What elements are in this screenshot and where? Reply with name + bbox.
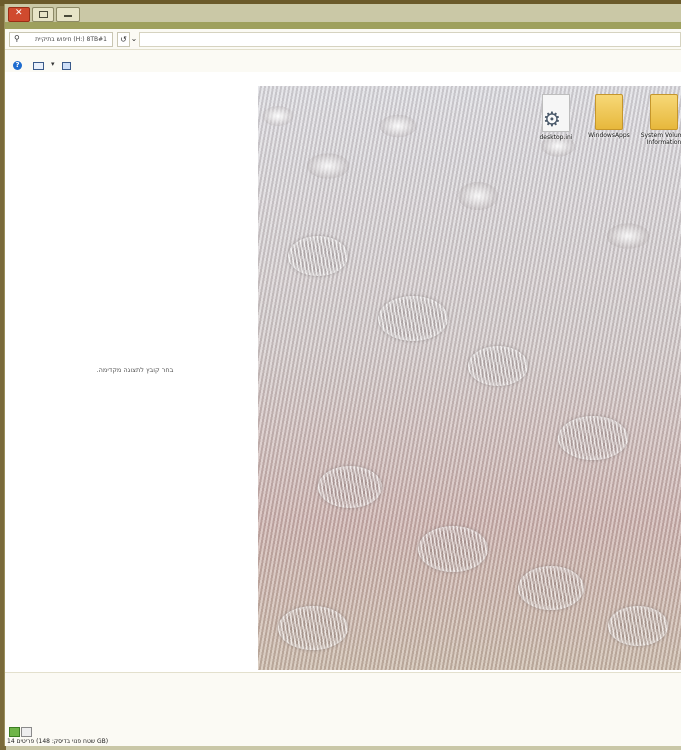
desktop-item-label: WindowsApps [588,132,630,139]
preview-message: בחר קובץ לתצוגה מקדימה. [96,366,174,374]
large-icons-view-icon[interactable] [21,727,32,737]
glass-texture [518,566,584,610]
search-icon: ⚲ [14,34,20,43]
desktop-folder-system-volume[interactable]: System Volume Information [636,94,681,146]
maximize-button[interactable] [32,7,54,22]
desktop-file-desktop-ini[interactable]: desktop.ini [528,94,584,141]
glass-texture [558,416,628,460]
settings-file-icon [542,94,570,132]
toolbar: ? ▾ [5,50,681,73]
glass-texture [278,606,348,650]
preview-pane-icon[interactable] [62,62,71,70]
desktop-item-label: System Volume Information [640,132,681,146]
close-button[interactable] [8,7,30,22]
search-placeholder: חיפוש בתיקיית (H:) 8TB#1 [35,36,107,43]
desktop-wallpaper-image: desktop.ini WindowsApps System Volume In… [258,86,681,670]
help-icon[interactable]: ? [13,61,22,70]
glass-texture [378,296,448,341]
content-area: בחר קובץ לתצוגה מקדימה. desktop.ini Wind… [5,72,681,672]
minimize-button[interactable] [56,7,80,22]
glass-texture [418,526,488,572]
folder-icon [650,94,678,130]
glass-texture [318,466,382,508]
address-input[interactable] [139,32,681,47]
desktop-item-label: desktop.ini [539,134,573,141]
address-bar: ⚲ חיפוש בתיקיית (H:) 8TB#1 ↺ ⌄ [5,29,681,50]
explorer-window: ⚲ חיפוש בתיקיית (H:) 8TB#1 ↺ ⌄ ? ▾ בחר ק… [4,4,681,746]
glass-texture [608,606,668,646]
address-history-chevron-icon[interactable]: ⌄ [129,32,139,45]
pane-layout-icon[interactable] [33,62,44,70]
search-input[interactable]: ⚲ חיפוש בתיקיית (H:) 8TB#1 [9,32,113,47]
status-bar: 14 פריטים (שטח פנוי בדיסק: 148 GB) [5,724,681,746]
desktop-folder-windowsapps[interactable]: WindowsApps [581,94,637,139]
glass-texture [288,236,348,276]
dropdown-icon[interactable]: ▾ [51,60,55,68]
accent-band [5,22,681,29]
details-pane [5,672,681,725]
title-bar [5,4,681,22]
status-text: 14 פריטים (שטח פנוי בדיסק: 148 GB) [7,738,109,745]
folder-icon [595,94,623,130]
details-view-icon[interactable] [9,727,20,737]
glass-texture [468,346,528,386]
